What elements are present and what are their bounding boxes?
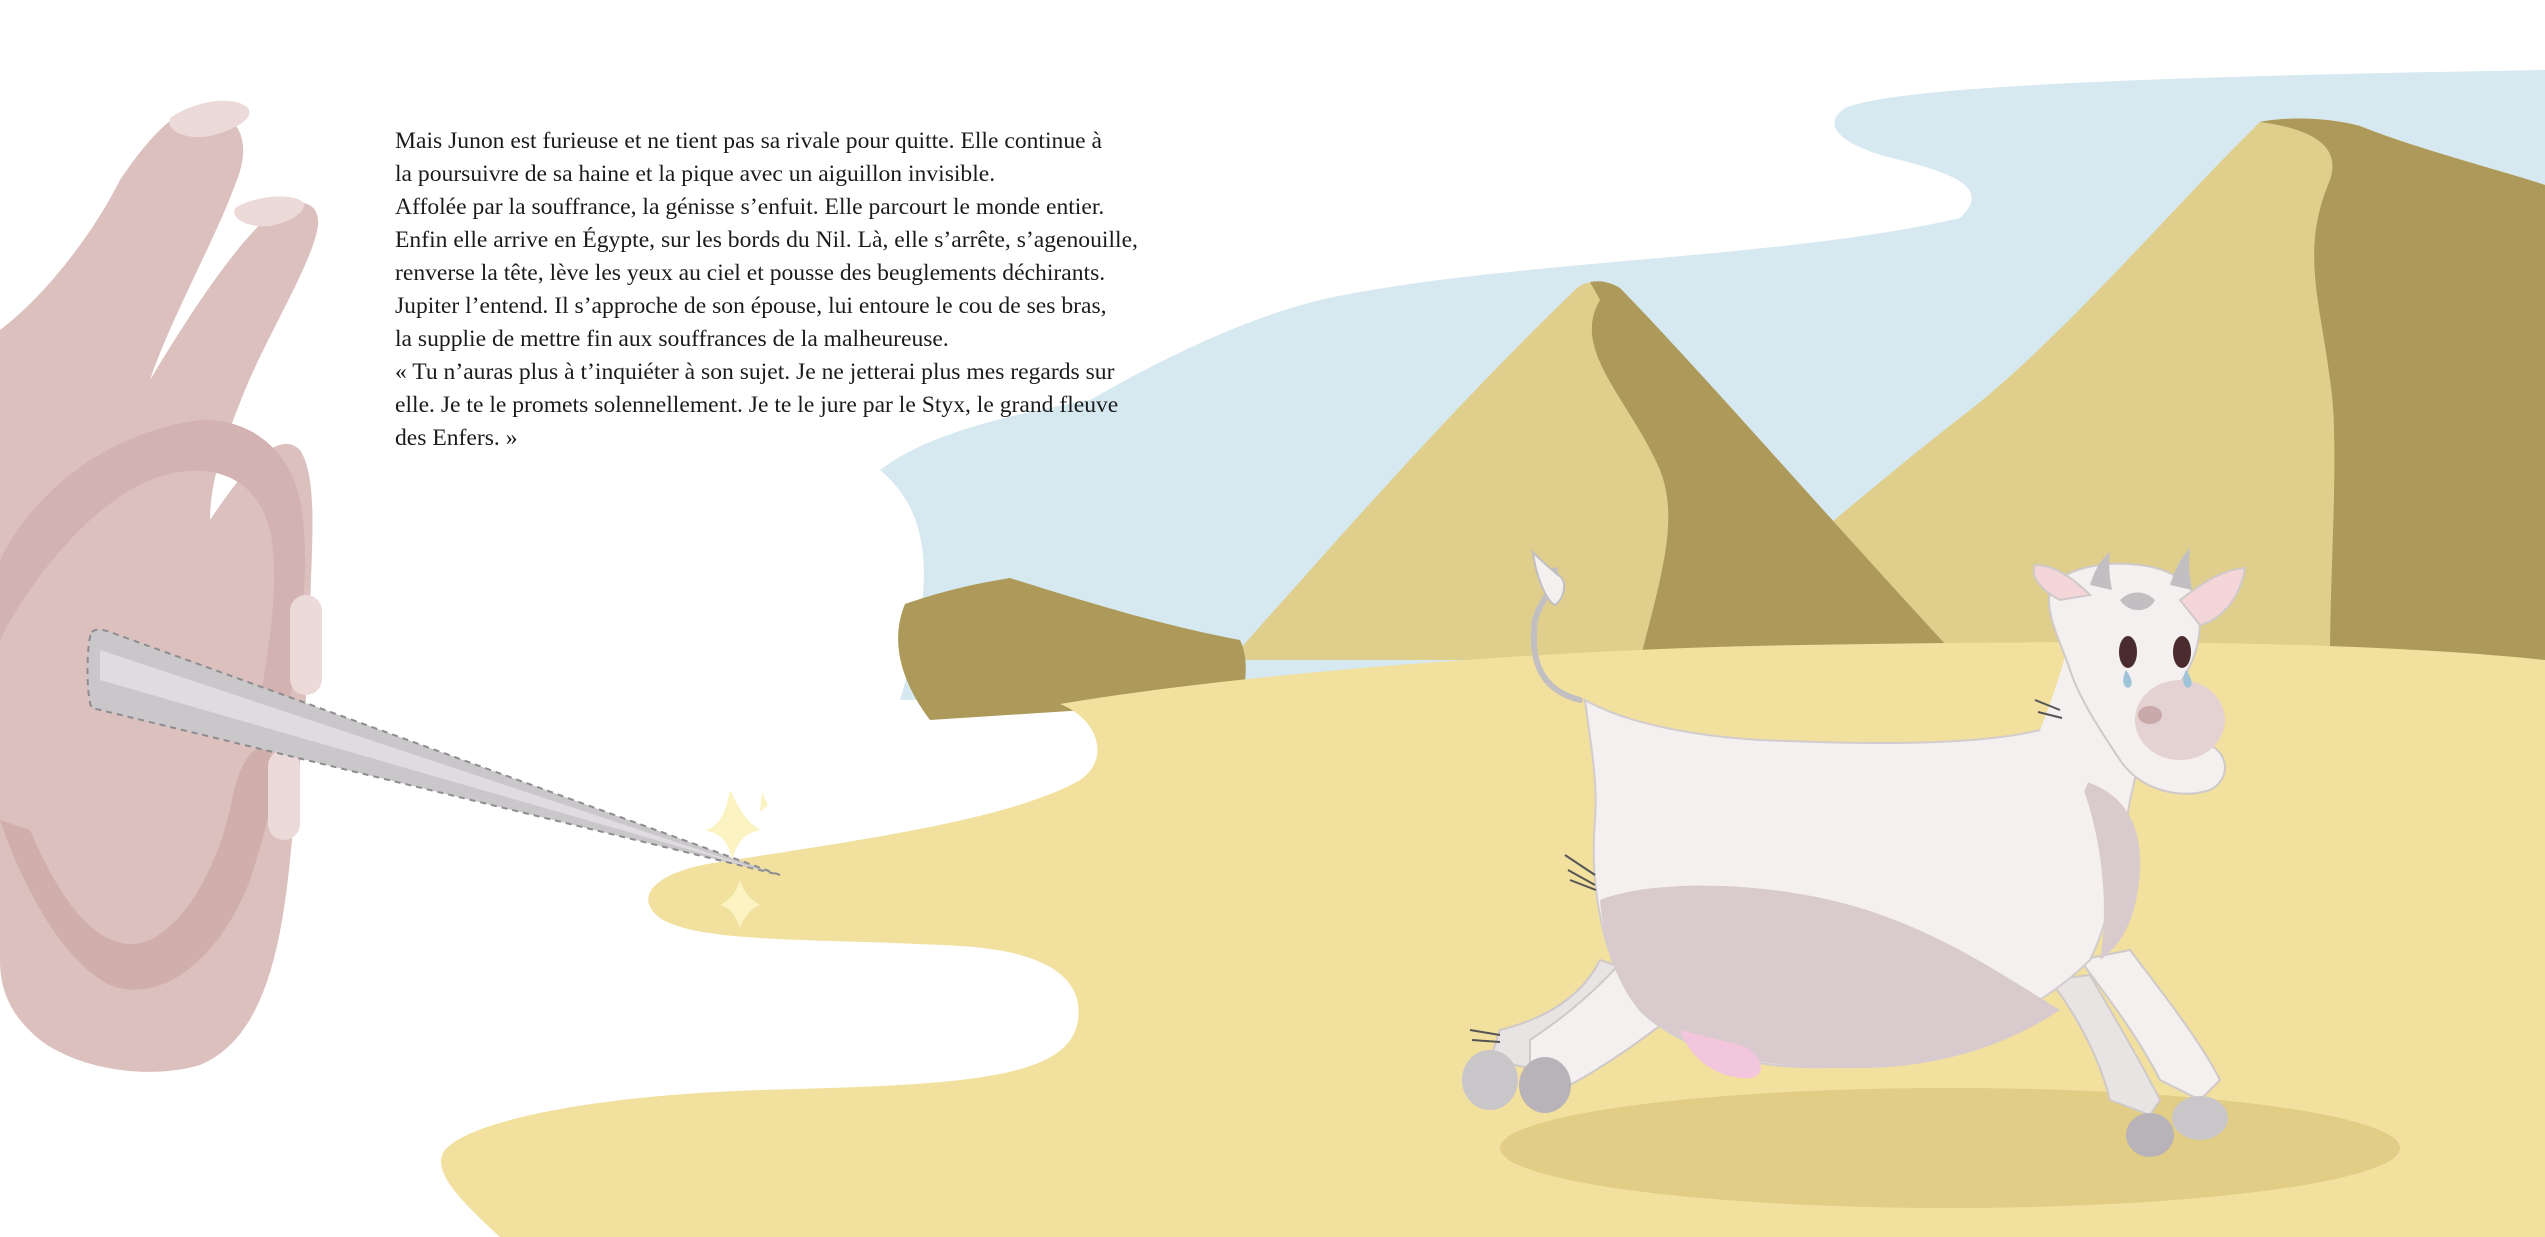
- story-line: la supplie de mettre fin aux souffrances…: [395, 326, 949, 352]
- storybook-page: Mais Junon est furieuse et ne tient pas …: [0, 0, 2545, 1237]
- cow-nostril: [2138, 706, 2162, 724]
- story-line: elle. Je te le promets solennellement. J…: [395, 392, 1119, 418]
- cow-eye-left: [2119, 636, 2137, 668]
- story-line: Jupiter l’entend. Il s’approche de son é…: [395, 293, 1107, 319]
- hand-illustration: [0, 100, 322, 1072]
- story-line: Mais Junon est furieuse et ne tient pas …: [395, 128, 1102, 154]
- hand-palm: [0, 107, 319, 1072]
- story-text: Mais Junon est furieuse et ne tient pas …: [395, 125, 1205, 455]
- sparkle-dot-icon: [760, 792, 768, 812]
- story-line: renverse la tête, lève les yeux au ciel …: [395, 260, 1106, 286]
- cow-hoof-back-1: [1462, 1050, 1518, 1110]
- cow-eye-right: [2173, 636, 2191, 668]
- desert-scene-illustration: [0, 70, 2545, 1237]
- cow-hoof-back-2: [1519, 1057, 1571, 1113]
- fingertip-thumb: [290, 595, 322, 695]
- cow-hoof-front-2: [2126, 1113, 2174, 1157]
- story-line: Affolée par la souffrance, la génisse s’…: [395, 194, 1105, 220]
- story-line: Enfin elle arrive en Égypte, sur les bor…: [395, 227, 1138, 253]
- cow-hoof-front-1: [2172, 1096, 2228, 1140]
- sparkle-icon: [705, 790, 760, 860]
- fingertip-lower: [268, 750, 300, 840]
- cow-shadow: [1500, 1088, 2400, 1208]
- story-line: la poursuivre de sa haine et la pique av…: [395, 161, 996, 187]
- story-line: des Enfers. »: [395, 425, 518, 451]
- story-line: « Tu n’auras plus à t’inquiéter à son su…: [395, 359, 1115, 385]
